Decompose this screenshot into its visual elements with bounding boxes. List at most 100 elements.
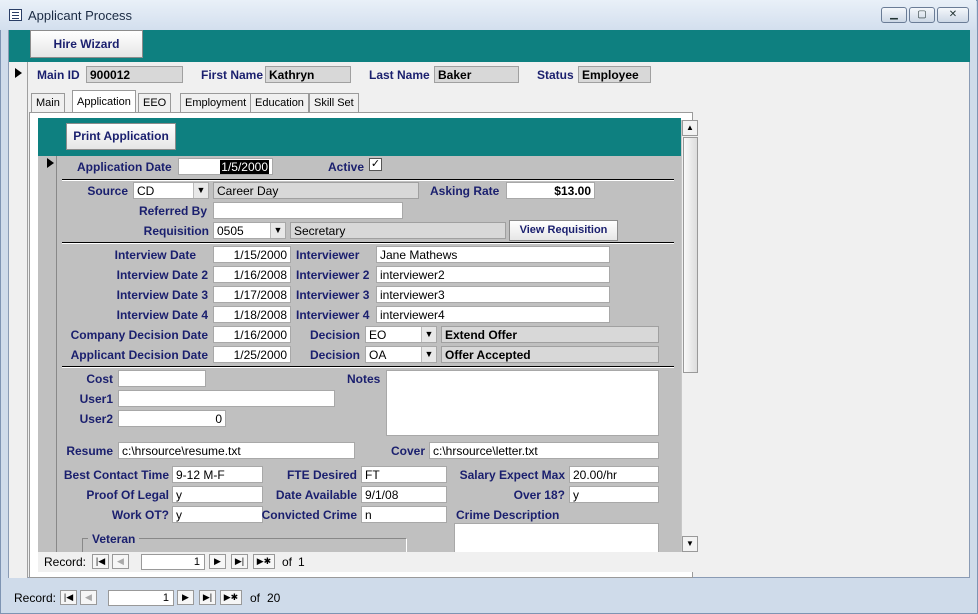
tab-skill-set[interactable]: Skill Set [309,93,359,113]
interviewer-2-field[interactable]: interviewer2 [376,266,610,283]
current-record-icon [15,68,22,78]
salary-expect-max-field[interactable]: 20.00/hr [569,466,659,483]
resume-label: Resume [66,444,113,458]
interviewer-field[interactable]: Jane Mathews [376,246,610,263]
divider-3 [62,366,674,368]
status-label: Status [537,68,574,82]
work-ot-field[interactable]: y [172,506,263,523]
cover-field[interactable]: c:\hrsource\letter.txt [429,442,659,459]
next-record-icon[interactable]: ▶ [209,554,226,569]
form-icon [9,9,22,21]
scroll-down-icon[interactable]: ▼ [682,536,698,552]
chevron-down-icon[interactable]: ▼ [193,183,208,198]
user2-label: User2 [79,412,113,426]
tab-employment[interactable]: Employment [180,93,252,113]
application-date-value: 1/5/2000 [220,160,269,174]
over-18-label: Over 18? [513,488,565,502]
chevron-down-icon[interactable]: ▼ [421,347,436,362]
last-record-icon[interactable]: ▶| [199,590,216,605]
cost-field[interactable] [118,370,206,387]
application-subform: Print Application Application Date 1/5/2… [38,118,681,552]
interviewer-3-field[interactable]: interviewer3 [376,286,610,303]
resume-field[interactable]: c:\hrsource\resume.txt [118,442,355,459]
previous-record-icon[interactable]: ◀ [112,554,129,569]
company-decision-description: Extend Offer [441,326,659,343]
maximize-button[interactable]: ▢ [909,7,935,23]
interview-date-label: Interview Date [114,248,196,262]
scroll-thumb[interactable] [683,137,698,373]
source-description: Career Day [213,182,419,199]
date-available-field[interactable]: 9/1/08 [361,486,447,503]
user1-field[interactable] [118,390,335,407]
interview-date-3-field[interactable]: 1/17/2008 [213,286,291,303]
main-record-label: Record: [14,591,57,605]
requisition-combo[interactable]: 0505 ▼ [213,222,286,239]
interview-date-4-label: Interview Date 4 [116,308,208,322]
subform-record-label: Record: [44,555,87,569]
applicant-decision-label: Decision [309,348,360,362]
main-of-label: of [250,591,261,605]
subform-navigation-bar: Record: |◀ ◀ 1 ▶ ▶| ▶✱ of 1 [38,552,698,572]
hire-wizard-button[interactable]: Hire Wizard [30,30,143,58]
new-record-icon[interactable]: ▶✱ [220,590,242,605]
company-decision-combo[interactable]: EO ▼ [365,326,437,343]
fte-desired-field[interactable]: FT [361,466,447,483]
record-selector[interactable] [9,62,28,578]
close-button[interactable]: ✕ [937,7,969,23]
convicted-crime-field[interactable]: n [361,506,447,523]
subform-vertical-scrollbar[interactable]: ▲ ▼ [681,120,698,552]
applicant-decision-date-label: Applicant Decision Date [70,348,208,362]
applicant-decision-date-field[interactable]: 1/25/2000 [213,346,291,363]
last-record-icon[interactable]: ▶| [231,554,248,569]
previous-record-icon[interactable]: ◀ [80,590,97,605]
new-record-icon[interactable]: ▶✱ [253,554,275,569]
chevron-down-icon[interactable]: ▼ [270,223,285,238]
company-decision-date-field[interactable]: 1/16/2000 [213,326,291,343]
tab-education[interactable]: Education [250,93,309,113]
applicant-decision-combo[interactable]: OA ▼ [365,346,437,363]
over-18-field[interactable]: y [569,486,659,503]
applicant-decision-code: OA [369,348,387,362]
active-checkbox[interactable]: ✓ [369,158,382,171]
interview-date-field[interactable]: 1/15/2000 [213,246,291,263]
status-field[interactable]: Employee [578,66,651,83]
user1-label: User1 [79,392,113,406]
referred-by-field[interactable] [213,202,403,219]
applicant-decision-description: Offer Accepted [441,346,659,363]
proof-of-legal-field[interactable]: y [172,486,263,503]
main-current-record-input[interactable]: 1 [108,590,174,606]
main-navigation-bar: Record: |◀ ◀ 1 ▶ ▶| ▶✱ of 20 [8,588,308,608]
user2-field[interactable]: 0 [118,410,226,427]
minimize-button[interactable]: ▁ [881,7,907,23]
best-contact-field[interactable]: 9-12 M-F [172,466,263,483]
last-name-label: Last Name [369,68,430,82]
last-name-field[interactable]: Baker [434,66,519,83]
next-record-icon[interactable]: ▶ [177,590,194,605]
requisition-description: Secretary [290,222,506,239]
asking-rate-field[interactable]: $13.00 [506,182,595,199]
active-label: Active [328,160,365,174]
interview-date-2-field[interactable]: 1/16/2008 [213,266,291,283]
interview-date-4-field[interactable]: 1/18/2008 [213,306,291,323]
interviewer-3-label: Interviewer 3 [296,288,370,302]
tab-application[interactable]: Application [72,90,136,114]
application-date-field[interactable]: 1/5/2000 [178,158,273,175]
source-combo[interactable]: CD ▼ [133,182,209,199]
print-application-button[interactable]: Print Application [66,123,176,150]
first-record-icon[interactable]: |◀ [92,554,109,569]
view-requisition-button[interactable]: View Requisition [509,220,618,241]
veteran-label: Veteran [88,532,140,546]
first-name-field[interactable]: Kathryn [265,66,351,83]
main-id-field[interactable]: 900012 [86,66,183,83]
first-record-icon[interactable]: |◀ [60,590,77,605]
interviewer-4-field[interactable]: interviewer4 [376,306,610,323]
scroll-up-icon[interactable]: ▲ [682,120,698,136]
tab-eeo[interactable]: EEO [138,93,172,113]
subform-current-record-icon [47,158,54,168]
notes-field[interactable] [386,370,659,436]
subform-current-record-input[interactable]: 1 [141,554,205,570]
chevron-down-icon[interactable]: ▼ [421,327,436,342]
crime-description-field[interactable] [454,523,659,552]
tab-main[interactable]: Main [31,93,65,113]
requisition-label: Requisition [143,224,209,238]
